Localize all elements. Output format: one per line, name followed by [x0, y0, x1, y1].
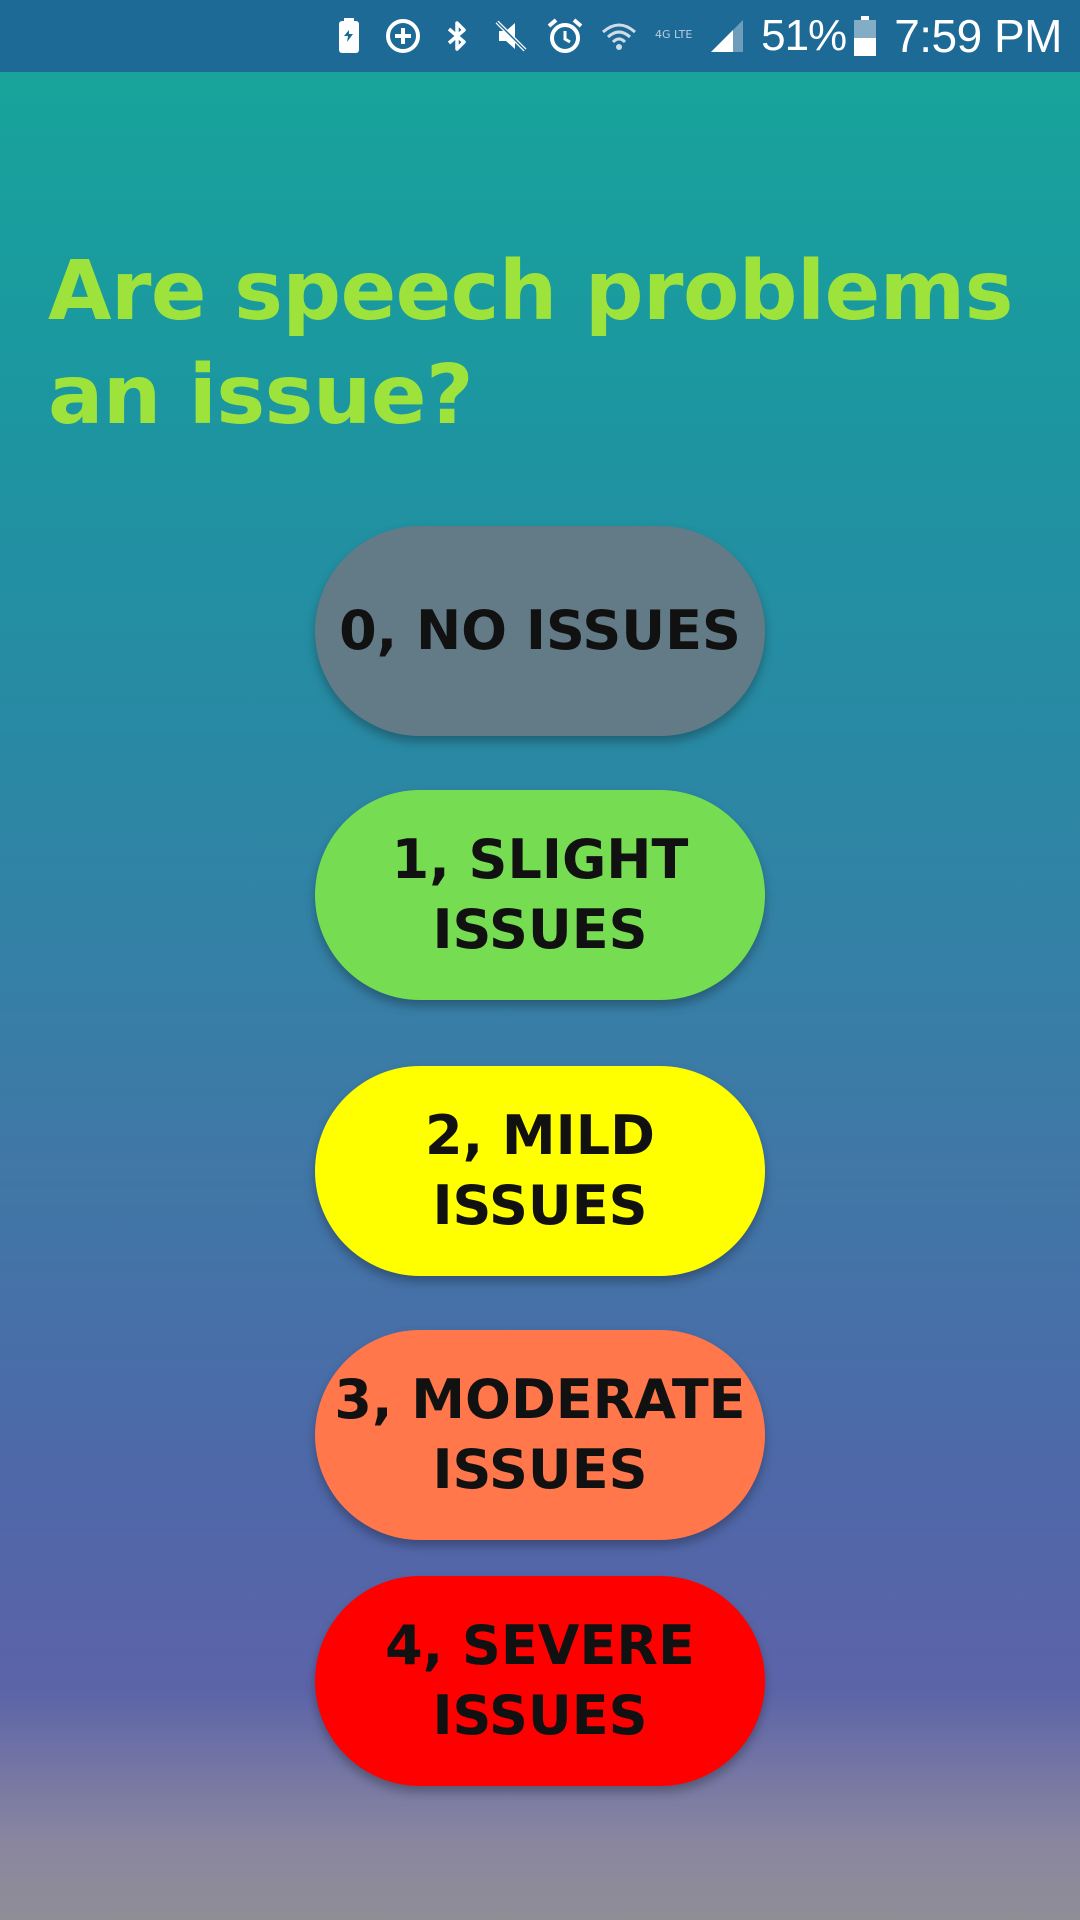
signal-icon — [707, 14, 747, 58]
data-saver-icon — [383, 14, 423, 58]
battery-icon — [854, 16, 877, 56]
answer-0-no-issues-button[interactable]: 0, NO ISSUES — [315, 526, 765, 736]
alarm-icon — [545, 14, 585, 58]
battery-percent: 51% — [761, 11, 847, 60]
bluetooth-icon — [437, 14, 477, 58]
answer-1-slight-issues-button[interactable]: 1, SLIGHT ISSUES — [315, 790, 765, 1000]
answer-4-severe-issues-button[interactable]: 4, SEVERE ISSUES — [315, 1576, 765, 1786]
status-bar: 4G LTE 51% 7:59 PM — [0, 0, 1080, 72]
lte-icon: 4G LTE — [653, 14, 693, 58]
answer-3-moderate-issues-button[interactable]: 3, MODERATE ISSUES — [315, 1330, 765, 1540]
mute-icon — [491, 14, 531, 58]
wifi-icon — [599, 14, 639, 58]
answer-2-mild-issues-button[interactable]: 2, MILD ISSUES — [315, 1066, 765, 1276]
clock: 7:59 PM — [894, 10, 1062, 62]
battery-saver-icon — [329, 14, 369, 58]
question-title: Are speech problems an issue? — [48, 244, 1013, 443]
svg-text:4G LTE: 4G LTE — [655, 28, 692, 41]
